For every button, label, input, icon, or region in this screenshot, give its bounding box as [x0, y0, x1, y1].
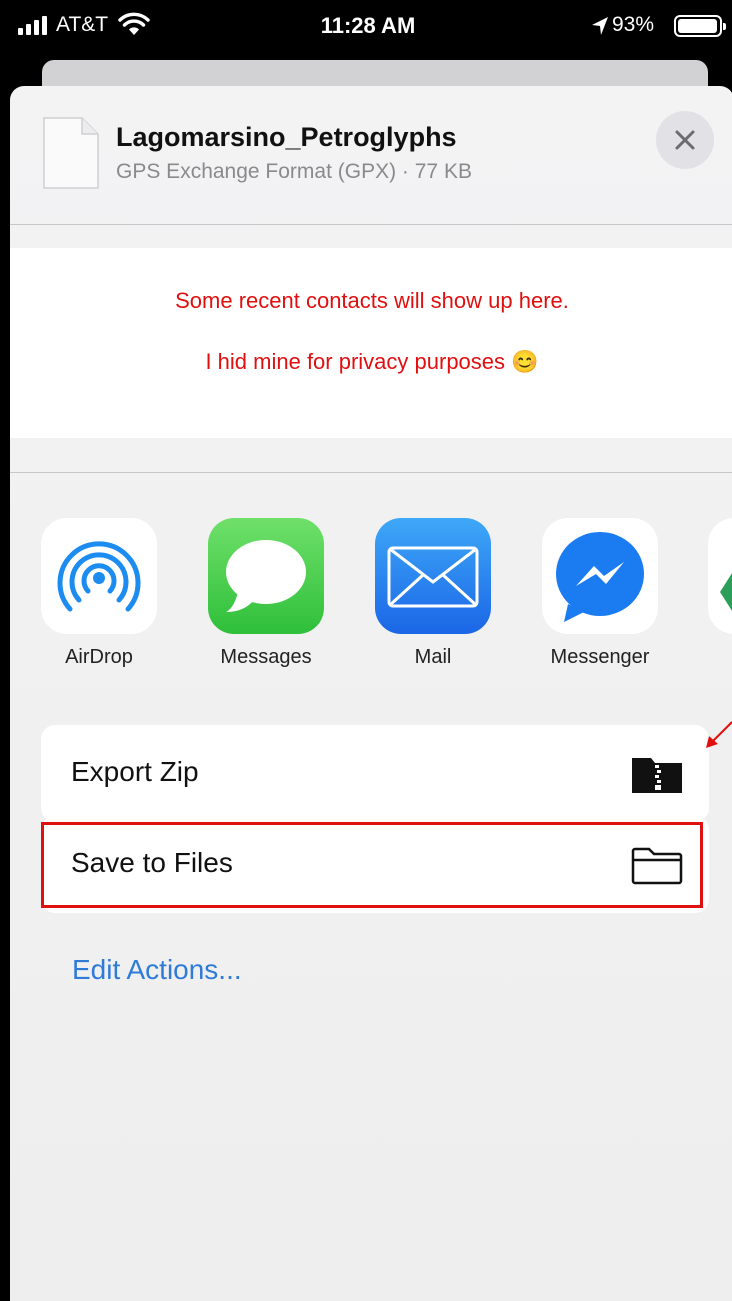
- app-icon-partial: [708, 518, 732, 634]
- privacy-note-line1: Some recent contacts will show up here.: [175, 288, 569, 313]
- status-bar: AT&T 11:28 AM 93%: [2, 0, 732, 54]
- app-messages[interactable]: Messages: [208, 518, 324, 668]
- edit-actions-link[interactable]: Edit Actions...: [72, 954, 242, 986]
- app-mail[interactable]: Mail: [375, 518, 491, 668]
- app-label: Messages: [220, 646, 312, 668]
- highlight-box: [41, 822, 703, 908]
- app-label: Mail: [414, 646, 452, 668]
- mail-icon: [375, 518, 491, 634]
- privacy-note-line2: I hid mine for privacy purposes 😊: [205, 349, 539, 374]
- zip-folder-icon: [632, 758, 682, 793]
- file-name: Lagomarsino_Petroglyphs: [116, 122, 457, 152]
- messages-icon: [208, 518, 324, 634]
- close-button[interactable]: [656, 111, 714, 169]
- location-arrow-icon: [592, 17, 608, 35]
- app-partial[interactable]: [708, 518, 732, 634]
- battery-icon: [674, 15, 726, 37]
- phone-screen: AT&T 11:28 AM 93% Lagomarsino_Petroglyph…: [0, 0, 732, 1301]
- close-icon: [675, 130, 695, 150]
- battery-percent: 93%: [612, 13, 655, 36]
- app-airdrop[interactable]: AirDrop: [41, 518, 157, 668]
- recent-contacts-area: Some recent contacts will show up here. …: [10, 248, 732, 438]
- app-label: Messenger: [550, 646, 650, 668]
- annotation-arrow-icon: [706, 721, 732, 748]
- divider: [10, 224, 732, 225]
- share-sheet: Lagomarsino_Petroglyphs GPS Exchange For…: [10, 86, 732, 1301]
- app-label: AirDrop: [65, 646, 133, 668]
- action-label: Export Zip: [71, 756, 199, 787]
- messenger-icon: [542, 518, 658, 634]
- app-messenger[interactable]: Messenger: [542, 518, 658, 668]
- divider: [10, 472, 732, 473]
- export-zip-action[interactable]: Export Zip: [41, 725, 709, 822]
- file-meta: GPS Exchange Format (GPX) · 77 KB: [116, 160, 472, 183]
- airdrop-icon: [41, 518, 157, 634]
- document-icon: [43, 117, 99, 189]
